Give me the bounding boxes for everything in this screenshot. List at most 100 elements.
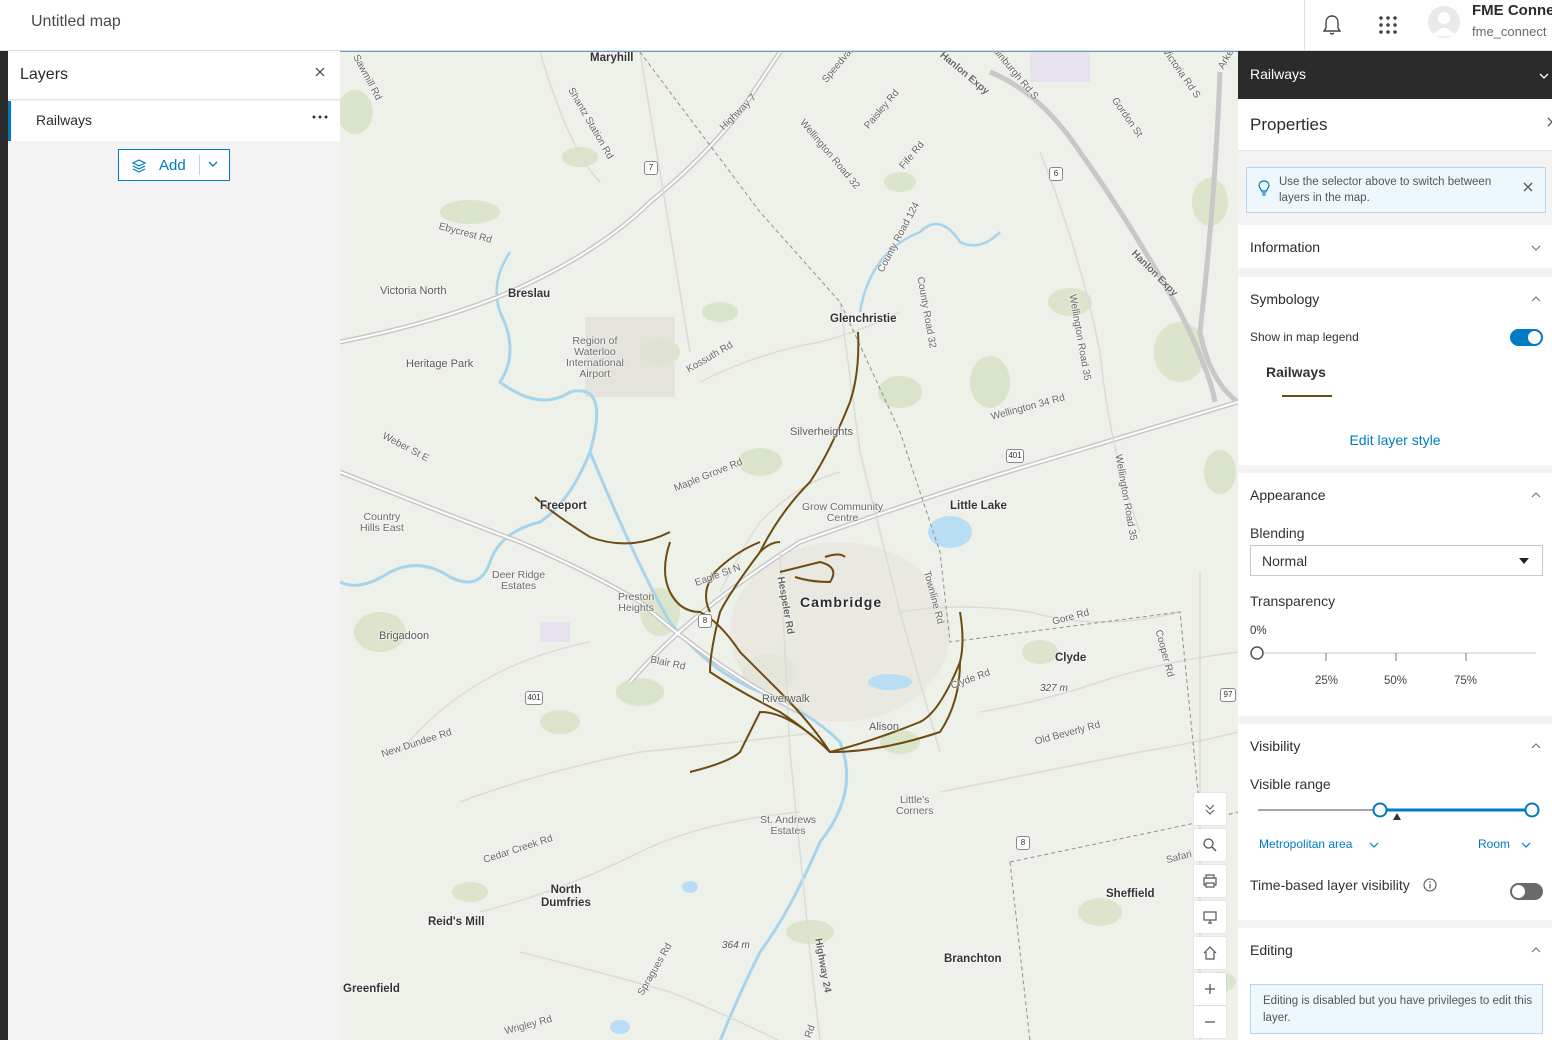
print-icon[interactable]	[1194, 865, 1226, 897]
editing-notice-text: Editing is disabled but you have privile…	[1263, 995, 1533, 1024]
place-label: Little's Corners	[896, 794, 934, 817]
layer-name: Railways	[36, 112, 93, 128]
place-label: Country Hills East	[360, 511, 404, 534]
blending-label: Blending	[1250, 525, 1305, 541]
place-label: Freeport	[540, 500, 587, 512]
section-title: Symbology	[1250, 291, 1320, 307]
add-button-label: Add	[159, 157, 186, 174]
search-icon[interactable]	[1194, 829, 1226, 861]
highway-shield: 401	[525, 691, 543, 705]
section-title: Appearance	[1250, 487, 1326, 503]
split-divider	[199, 155, 200, 175]
tip-notice: Use the selector above to switch between…	[1246, 167, 1546, 213]
more-options-icon[interactable]	[311, 109, 329, 130]
transparency-slider[interactable]	[1248, 641, 1538, 665]
edit-layer-style-link[interactable]: Edit layer style	[1238, 432, 1552, 448]
app-launcher-grid-icon[interactable]	[1373, 10, 1403, 40]
notifications-bell-icon[interactable]	[1317, 10, 1347, 40]
place-label: Grow Community Centre	[802, 501, 884, 524]
chevron-down-icon[interactable]	[1530, 241, 1542, 259]
chevron-down-icon[interactable]	[207, 157, 219, 175]
highway-shield: 401	[1006, 449, 1024, 463]
header-divider	[1304, 0, 1305, 50]
section-title: Information	[1250, 239, 1321, 255]
section-title: Visibility	[1250, 738, 1301, 754]
time-based-visibility-label: Time-based layer visibility	[1250, 877, 1410, 893]
show-in-legend-label: Show in map legend	[1250, 330, 1359, 344]
railways-layer[interactable]	[340, 52, 1238, 1040]
place-label: Heritage Park	[406, 358, 474, 370]
elevation-label: 327 m	[1040, 683, 1068, 694]
place-label: Greenfield	[343, 983, 400, 995]
collapse-icon[interactable]	[1194, 793, 1226, 825]
slider-tick-label: 75%	[1454, 675, 1478, 687]
layer-selector[interactable]: Railways	[1238, 51, 1552, 99]
slider-tick-label: 50%	[1384, 675, 1408, 687]
information-section[interactable]: Information	[1238, 225, 1552, 268]
layer-list-item[interactable]: Railways	[8, 101, 340, 141]
highway-shield: 7	[644, 161, 658, 175]
chevron-up-icon[interactable]	[1530, 739, 1542, 757]
chevron-up-icon[interactable]	[1530, 488, 1542, 506]
visible-range-label: Visible range	[1250, 776, 1331, 792]
show-in-legend-toggle[interactable]	[1510, 329, 1543, 346]
selected-layer-name: Railways	[1250, 66, 1307, 82]
blending-value: Normal	[1262, 553, 1308, 569]
info-icon[interactable]	[1423, 878, 1437, 897]
place-label: Maryhill	[590, 52, 634, 64]
lightbulb-icon	[1257, 180, 1271, 201]
close-icon[interactable]	[1523, 180, 1533, 195]
appearance-section: Appearance Blending Normal Transparency …	[1238, 473, 1552, 716]
symbology-section: Symbology Show in map legend Railways Ed…	[1238, 277, 1552, 465]
highway-shield: 8	[698, 614, 712, 628]
place-label: Victoria North	[380, 285, 447, 297]
place-label: Little Lake	[950, 500, 1007, 512]
visible-range-slider[interactable]	[1248, 798, 1548, 824]
user-avatar[interactable]	[1428, 6, 1460, 38]
place-label: Breslau	[508, 288, 551, 300]
railway-line	[664, 541, 831, 753]
chevron-down-icon[interactable]	[1520, 838, 1532, 856]
tip-text: Use the selector above to switch between…	[1279, 176, 1492, 204]
caret-down-icon	[1519, 558, 1529, 564]
transparency-label: Transparency	[1250, 593, 1336, 609]
chevron-up-icon[interactable]	[1530, 943, 1542, 961]
time-based-visibility-toggle[interactable]	[1510, 883, 1543, 900]
min-scale-select[interactable]: Metropolitan area	[1259, 837, 1352, 851]
layers-panel: Layers Railways Add	[8, 51, 340, 1040]
layers-panel-title: Layers	[20, 66, 69, 83]
place-label: Reid's Mill	[428, 916, 485, 928]
user-name[interactable]: FME Conne	[1472, 2, 1552, 19]
map-view[interactable]: Maryhill Breslau Victoria North Heritage…	[340, 51, 1238, 1040]
place-label: Glenchristie	[830, 313, 897, 325]
place-label: Preston Heights	[618, 591, 655, 614]
zoom-out-icon[interactable]	[1194, 1006, 1226, 1038]
editing-section: Editing Editing is disabled but you have…	[1238, 928, 1552, 1040]
place-label: Branchton	[944, 953, 1002, 965]
chevron-down-icon[interactable]	[1368, 838, 1380, 856]
highway-shield: 6	[1049, 167, 1063, 181]
close-icon[interactable]	[1546, 115, 1552, 133]
max-scale-select[interactable]: Room	[1478, 837, 1510, 851]
railway-line	[708, 331, 961, 754]
screen-icon[interactable]	[1194, 901, 1226, 933]
blending-select[interactable]: Normal	[1250, 545, 1543, 576]
action-bar-strip	[0, 51, 8, 1040]
line-symbol-swatch	[1282, 395, 1332, 397]
zoom-in-icon[interactable]	[1194, 973, 1226, 1005]
layers-stack-icon	[131, 158, 147, 179]
chevron-down-icon[interactable]	[1538, 69, 1550, 87]
close-icon[interactable]	[312, 65, 328, 85]
map-title[interactable]: Untitled map	[31, 13, 121, 31]
layers-panel-header: Layers	[8, 51, 340, 100]
place-label: Sheffield	[1106, 888, 1155, 900]
editing-notice: Editing is disabled but you have privile…	[1250, 984, 1543, 1034]
add-layer-button[interactable]: Add	[118, 149, 230, 181]
section-title: Editing	[1250, 942, 1293, 958]
city-label: Cambridge	[800, 594, 883, 610]
user-handle: fme_connect	[1472, 24, 1547, 39]
railway-line	[779, 560, 835, 584]
chevron-up-icon[interactable]	[1530, 292, 1542, 310]
home-icon[interactable]	[1194, 937, 1226, 969]
place-label: St. Andrews Estates	[760, 814, 817, 837]
